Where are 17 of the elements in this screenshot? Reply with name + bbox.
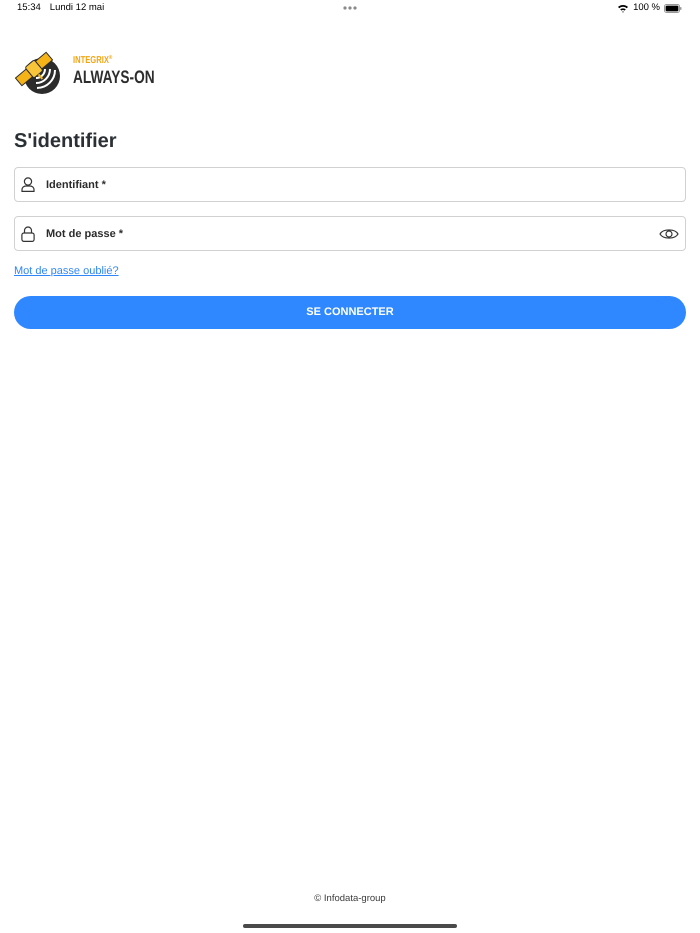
battery-icon: [664, 4, 682, 13]
logo-brand-text: INTEGRIX$^{®}$: [73, 55, 112, 67]
login-button[interactable]: SE CONNECTER: [14, 296, 686, 329]
status-time: 15:34: [17, 1, 41, 16]
status-date: Lundi 12 mai: [50, 1, 104, 16]
lock-icon: [21, 226, 35, 242]
username-field[interactable]: Identifiant *: [14, 167, 686, 202]
password-field[interactable]: Mot de passe *: [14, 216, 686, 251]
more-dots-icon[interactable]: [343, 6, 357, 10]
forgot-password-link[interactable]: Mot de passe oublié?: [14, 264, 119, 279]
battery-percentage: 100 %: [633, 1, 660, 16]
wifi-icon: [617, 4, 630, 13]
logo-product-name: ALWAYS-ON: [73, 67, 155, 87]
copyright-text: © Infodata-group: [314, 893, 386, 905]
person-icon: [21, 177, 35, 192]
eye-icon[interactable]: [659, 227, 679, 241]
page-title: S'identifier: [14, 129, 117, 154]
